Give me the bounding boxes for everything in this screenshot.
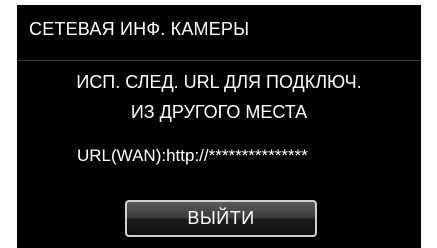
wan-url: URL(WAN):http://***************: [77, 146, 308, 165]
instruction-line-1: ИСП. СЛЕД. URL ДЛЯ ПОДКЛЮЧ.: [76, 72, 362, 92]
camera-network-info-screen: СЕТЕВАЯ ИНФ. КАМЕРЫ ИСП. СЛЕД. URL ДЛЯ П…: [17, 5, 421, 248]
exit-button[interactable]: ВЫЙТИ: [125, 200, 317, 237]
instruction-line-2: ИЗ ДРУГОГО МЕСТА: [130, 102, 308, 122]
screen-title: СЕТЕВАЯ ИНФ. КАМЕРЫ: [29, 19, 250, 39]
title-bar: СЕТЕВАЯ ИНФ. КАМЕРЫ: [17, 5, 421, 61]
